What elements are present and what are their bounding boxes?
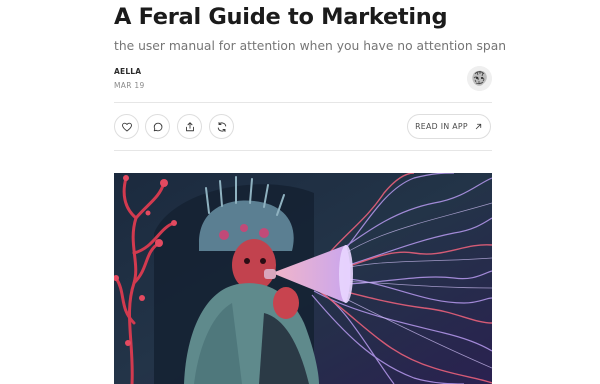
hero-illustration bbox=[114, 173, 492, 384]
heart-icon bbox=[121, 122, 132, 131]
share-button[interactable] bbox=[177, 114, 202, 139]
bottom-divider bbox=[114, 150, 492, 151]
comment-icon bbox=[153, 122, 162, 131]
like-button[interactable] bbox=[114, 114, 139, 139]
avatar-sketch-icon bbox=[467, 66, 492, 91]
arrow-up-right-icon bbox=[475, 123, 482, 130]
top-divider bbox=[114, 102, 492, 103]
restack-icon bbox=[217, 121, 226, 132]
read-in-app-label: READ IN APP bbox=[415, 122, 468, 131]
restack-button[interactable] bbox=[209, 114, 234, 139]
read-in-app-button[interactable]: READ IN APP bbox=[407, 114, 491, 139]
author-name[interactable]: AELLA bbox=[114, 67, 141, 76]
post-subtitle: the user manual for attention when you h… bbox=[114, 39, 507, 53]
share-icon bbox=[185, 121, 194, 131]
post-title: A Feral Guide to Marketing bbox=[114, 4, 448, 30]
hero-image bbox=[114, 173, 492, 384]
avatar[interactable] bbox=[467, 66, 492, 91]
comment-button[interactable] bbox=[145, 114, 170, 139]
post-page: A Feral Guide to Marketing the user manu… bbox=[0, 0, 600, 384]
post-date: MAR 19 bbox=[114, 81, 145, 90]
